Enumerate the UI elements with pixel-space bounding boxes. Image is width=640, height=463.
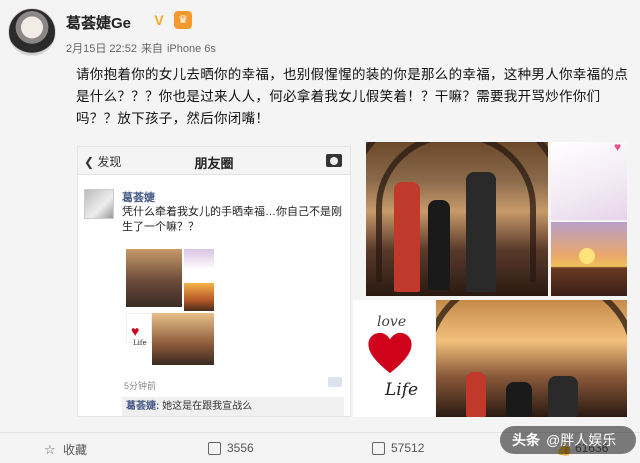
figure-child [428,200,450,290]
share-count: 3556 [227,441,254,455]
life-word: Life [385,380,419,400]
comment-count: 57512 [391,441,425,455]
watermark: 头条 @胖人娱乐 [500,426,636,454]
heart-icon [368,332,412,374]
figure-woman [548,376,578,417]
figure-child [506,382,532,417]
star-icon: ☆ [44,442,56,457]
heart-icon: ♥ [614,140,622,154]
moment-photo [184,283,214,311]
moment-avatar [84,189,114,219]
love-life-card[interactable]: love Life [353,300,435,417]
moment-time: 5分钟前 [124,381,157,391]
photo-sunset[interactable] [551,222,627,296]
figure-woman [466,172,496,292]
post-text: 请你抱着你的女儿去晒你的幸福，也别假惺惺的装的你是那么的幸福，这种男人你幸福的点… [76,67,628,126]
comment-icon [372,441,385,455]
moment-photo [126,249,182,307]
camera-icon [326,154,342,167]
user-avatar[interactable] [8,8,56,56]
love-word: love [377,314,407,330]
heart-icon: ♥ [131,323,140,339]
sun-shape [579,248,595,264]
moment-comment: 葛荟婕: 她这是在跟我宣战么 [122,397,344,416]
moments-title: 朋友圈 [194,156,234,171]
post-timestamp[interactable]: 2月15日 22:52 [66,43,137,55]
watermark-account: @胖人娱乐 [546,432,617,448]
comment-text: 她这是在跟我宣战么 [162,401,253,412]
post-source-prefix: 来自 [140,43,163,55]
share-icon [208,441,221,455]
crown-icon[interactable]: ♛ [174,11,192,29]
verified-icon: V [154,12,164,28]
post-meta: 2月15日 22:52 来自 iPhone 6s [66,40,220,56]
comment-author: 葛荟婕: [126,401,160,412]
share-button[interactable]: 3556 [208,441,254,455]
username[interactable]: 葛荟婕Ge [66,12,131,33]
watermark-brand: 头条 [512,432,540,448]
moment-photo [184,249,214,269]
favorite-button[interactable]: ☆ 收藏 [44,441,87,458]
moment-life-word: Life [133,339,147,347]
figure-man [466,372,486,417]
moments-nav-bar: ❮ 发现 朋友圈 [78,147,350,175]
photo-family-walk[interactable] [366,142,548,296]
moments-screenshot[interactable]: ❮ 发现 朋友圈 葛荟婕 凭什么牵着我女儿的手晒幸福…你自己不是刚生了一个嘛？？… [77,146,351,417]
more-icon [328,377,342,387]
photo-tunnel-walk[interactable] [436,300,627,417]
moment-photo [152,313,214,365]
post-source: iPhone 6s [166,43,216,55]
weibo-post: 葛荟婕Ge V ♛ 2月15日 22:52 来自 iPhone 6s 请你抱着你的女… [0,0,640,463]
figure-man [394,182,420,292]
moment-author: 葛荟婕 [122,192,155,204]
moment-text: 凭什么牵着我女儿的手晒幸福…你自己不是刚生了一个嘛？？ [122,206,342,233]
favorite-label: 收藏 [63,443,88,457]
comment-button[interactable]: 57512 [372,441,424,455]
